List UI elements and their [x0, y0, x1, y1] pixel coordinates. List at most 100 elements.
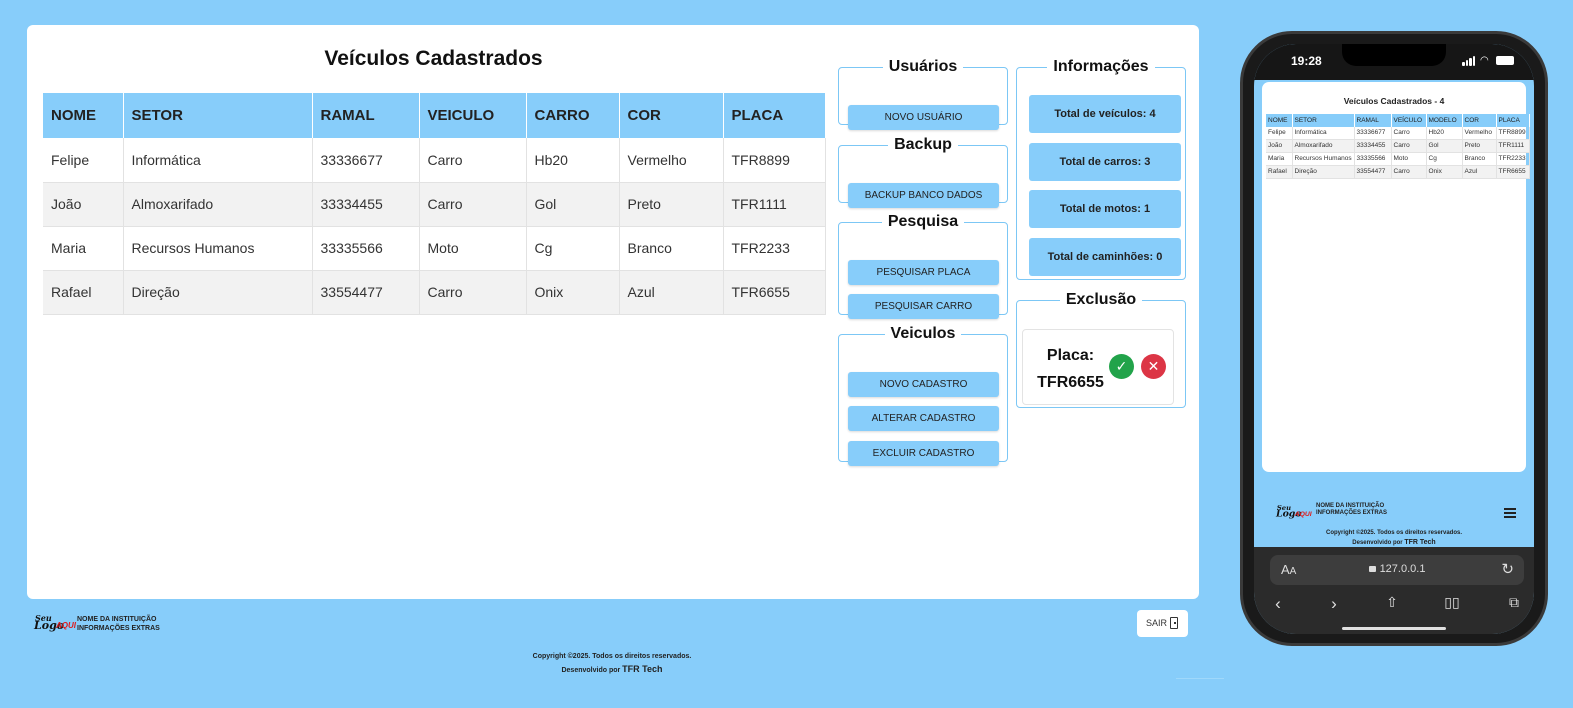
- status-time: 19:28: [1291, 54, 1322, 68]
- column-header[interactable]: COR: [619, 93, 724, 138]
- column-header[interactable]: RAMAL: [312, 93, 420, 138]
- developer-credit: Desenvolvido por TFR Tech: [561, 664, 663, 674]
- column-header[interactable]: NOME: [43, 93, 124, 138]
- table-cell: Almoxarifado: [1292, 139, 1355, 153]
- vehicles-table: NOME SETOR RAMAL VEICULO CARRO COR PLACA…: [43, 93, 826, 315]
- table-cell: TFR1111: [1496, 139, 1530, 153]
- address-bar[interactable]: AA 127.0.0.1 ↻: [1270, 555, 1524, 585]
- share-icon[interactable]: ⇧: [1382, 594, 1402, 611]
- reload-icon[interactable]: ↻: [1501, 560, 1514, 578]
- bookmarks-icon[interactable]: ▯▯: [1442, 594, 1462, 611]
- table-row[interactable]: João Almoxarifado 33334455 Carro Gol Pre…: [43, 182, 826, 227]
- table-cell: Cg: [1426, 152, 1463, 166]
- delete-plate-text: Placa: TFR6655: [1033, 342, 1108, 396]
- pesquisa-panel: Pesquisa PESQUISAR PLACA PESQUISAR CARRO: [838, 213, 1008, 319]
- close-icon[interactable]: ✕: [1141, 354, 1166, 379]
- hamburger-menu-icon[interactable]: [1504, 508, 1516, 518]
- column-header[interactable]: COR: [1462, 114, 1497, 127]
- table-row[interactable]: Maria Recursos Humanos 33335566 Moto Cg …: [43, 226, 826, 271]
- table-cell: TFR8899: [1496, 127, 1530, 140]
- lock-icon: [1368, 566, 1376, 572]
- table-cell: 33554477: [312, 270, 420, 315]
- table-cell: 33336677: [312, 138, 420, 183]
- table-row[interactable]: João Almoxarifado 33334455 Carro Gol Pre…: [1266, 139, 1530, 153]
- column-header[interactable]: RAMAL: [1354, 114, 1392, 127]
- new-registration-button[interactable]: NOVO CADASTRO: [848, 372, 999, 397]
- table-cell: TFR8899: [723, 138, 826, 183]
- table-cell: TFR2233: [723, 226, 826, 271]
- column-header[interactable]: SETOR: [1292, 114, 1355, 127]
- table-cell: Recursos Humanos: [1292, 152, 1355, 166]
- logout-button[interactable]: SAIR: [1137, 610, 1188, 637]
- backup-database-button[interactable]: BACKUP BANCO DADOS: [848, 183, 999, 208]
- table-cell: Carro: [419, 182, 527, 227]
- search-car-button[interactable]: PESQUISAR CARRO: [848, 294, 999, 319]
- table-cell: 33335566: [1354, 152, 1392, 166]
- table-cell: Carro: [1391, 165, 1427, 179]
- table-row[interactable]: Rafael Direção 33554477 Carro Onix Azul …: [43, 270, 826, 315]
- table-cell: TFR6655: [1496, 165, 1530, 179]
- delete-registration-button[interactable]: EXCLUIR CADASTRO: [848, 441, 999, 466]
- url-text: 127.0.0.1: [1270, 563, 1524, 575]
- column-header[interactable]: PLACA: [723, 93, 826, 138]
- main-card: Veículos Cadastrados NOME SETOR RAMAL VE…: [27, 25, 1199, 599]
- column-header[interactable]: NOME: [1266, 114, 1293, 127]
- column-header[interactable]: VEÍCULO: [1391, 114, 1427, 127]
- table-cell: Onix: [526, 270, 620, 315]
- back-icon[interactable]: ‹: [1268, 594, 1288, 614]
- table-cell: Azul: [1462, 165, 1497, 179]
- tabs-icon[interactable]: ⧉: [1504, 594, 1524, 611]
- mobile-card: Veículos Cadastrados - 4 NOME SETOR RAMA…: [1262, 82, 1530, 472]
- column-header[interactable]: VEICULO: [419, 93, 527, 138]
- table-header-row: NOME SETOR RAMAL VEICULO CARRO COR PLACA: [43, 93, 826, 138]
- signal-icon: [1462, 56, 1476, 66]
- search-plate-button[interactable]: PESQUISAR PLACA: [848, 260, 999, 285]
- table-cell: Carro: [1391, 127, 1427, 140]
- table-cell: 33335566: [312, 226, 420, 271]
- table-row[interactable]: Rafael Direção 33554477 Carro Onix Azul …: [1266, 165, 1530, 179]
- panel-title: Backup: [894, 136, 952, 153]
- mobile-institution-info: NOME DA INSTITUIÇÃO INFORMAÇÕES EXTRAS: [1316, 503, 1388, 516]
- table-cell: Azul: [619, 270, 724, 315]
- table-cell: Carro: [419, 270, 527, 315]
- total-vehicles-box: Total de veículos: 4: [1029, 95, 1181, 133]
- informacoes-panel: Informações Total de veículos: 4 Total d…: [1016, 58, 1186, 280]
- table-cell: Rafael: [1266, 165, 1293, 179]
- exclusao-panel: Exclusão Placa: TFR6655 ✓ ✕: [1016, 291, 1186, 408]
- check-icon[interactable]: ✓: [1109, 354, 1134, 379]
- browser-toolbar: AA 127.0.0.1 ↻ ‹ › ⇧ ▯▯ ⧉: [1254, 547, 1534, 634]
- table-cell: Carro: [419, 138, 527, 183]
- table-cell: Felipe: [1266, 127, 1293, 140]
- table-cell: Vermelho: [619, 138, 724, 183]
- column-header[interactable]: MODELO: [1426, 114, 1463, 127]
- table-row[interactable]: Felipe Informática 33336677 Carro Hb20 V…: [43, 138, 826, 183]
- column-header[interactable]: SETOR: [123, 93, 313, 138]
- table-cell: Carro: [1391, 139, 1427, 153]
- divider: [1176, 678, 1224, 679]
- column-header[interactable]: PLACA: [1496, 114, 1530, 127]
- copyright-text: Copyright ©2025. Todos os direitos reser…: [532, 653, 692, 660]
- table-cell: Vermelho: [1462, 127, 1497, 140]
- table-row[interactable]: Felipe Informática 33336677 Carro Hb20 V…: [1266, 127, 1530, 140]
- brand-name: TFR Tech: [622, 664, 663, 674]
- total-trucks-box: Total de caminhões: 0: [1029, 238, 1181, 276]
- table-cell: Maria: [43, 226, 124, 271]
- table-cell: 33554477: [1354, 165, 1392, 179]
- new-user-button[interactable]: NOVO USUÁRIO: [848, 105, 999, 130]
- phone-screen: 19:28 ◠ Veículos Cadastrados - 4 NOME SE…: [1254, 44, 1534, 634]
- table-cell: Hb20: [1426, 127, 1463, 140]
- table-cell: Moto: [1391, 152, 1427, 166]
- panel-title: Veiculos: [890, 325, 956, 342]
- table-cell: João: [43, 182, 124, 227]
- edit-registration-button[interactable]: ALTERAR CADASTRO: [848, 406, 999, 431]
- table-cell: TFR1111: [723, 182, 826, 227]
- logo: Seu Logo AQUI: [34, 613, 76, 632]
- forward-icon[interactable]: ›: [1324, 594, 1344, 614]
- usuarios-panel: Usuários NOVO USUÁRIO: [838, 58, 1008, 130]
- table-cell: Onix: [1426, 165, 1463, 179]
- table-cell: 33334455: [312, 182, 420, 227]
- table-cell: Gol: [1426, 139, 1463, 153]
- panel-title: Informações: [1053, 58, 1149, 75]
- column-header[interactable]: CARRO: [526, 93, 620, 138]
- table-row[interactable]: Maria Recursos Humanos 33335566 Moto Cg …: [1266, 152, 1530, 166]
